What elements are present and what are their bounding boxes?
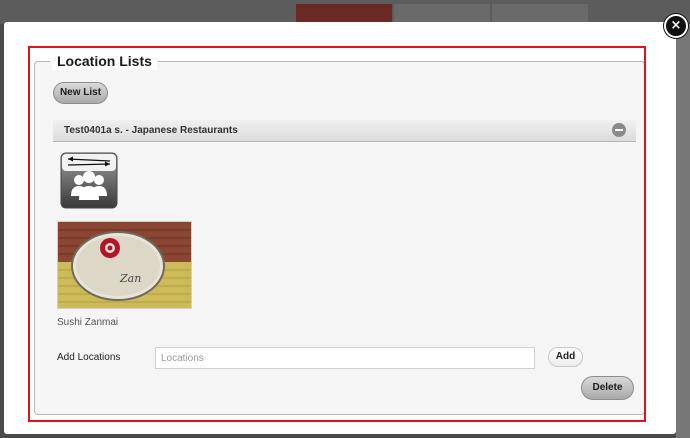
- background-thumbnail: [296, 4, 392, 24]
- close-icon[interactable]: ×: [664, 14, 688, 38]
- highlight-frame: [28, 46, 646, 422]
- background-sidebar: [676, 24, 690, 438]
- background-thumbnail: [394, 4, 490, 24]
- background-thumbnail: [492, 4, 588, 24]
